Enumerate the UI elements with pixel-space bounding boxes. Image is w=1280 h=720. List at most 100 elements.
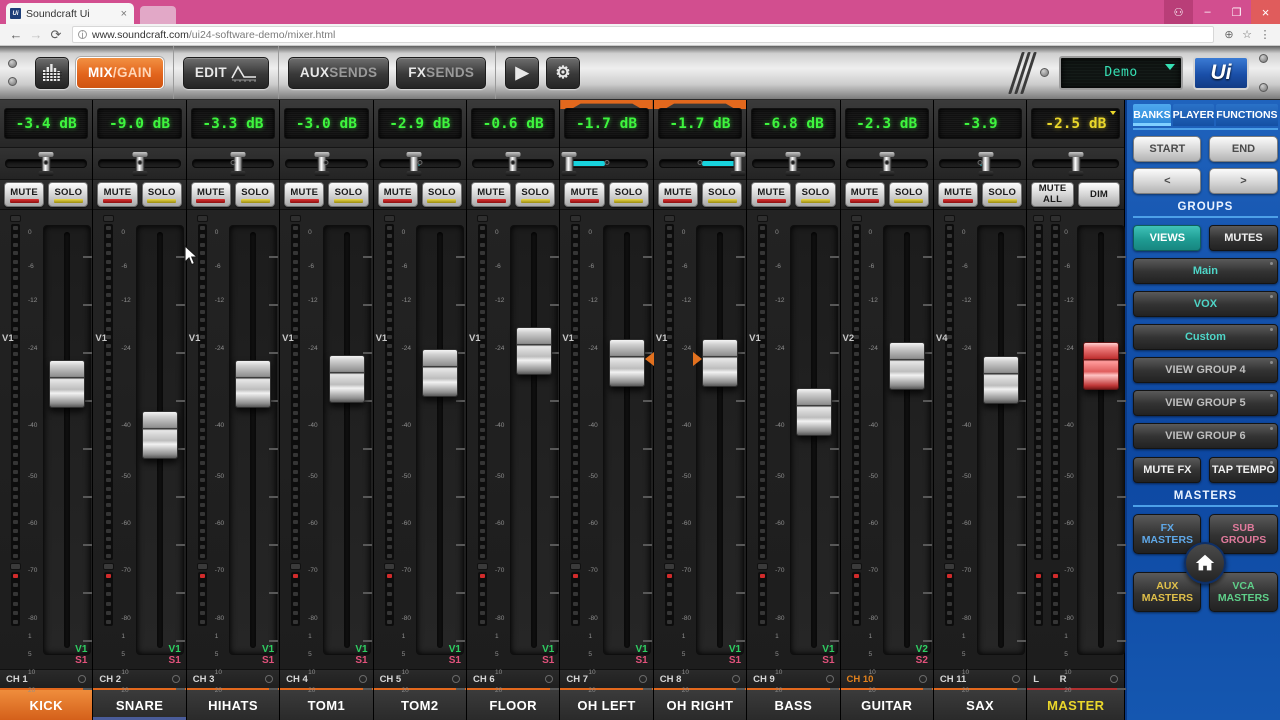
level-readout[interactable]: -0.6 dB [470,108,556,139]
pan-knob[interactable] [978,152,994,176]
view-group-button[interactable]: Main [1133,258,1278,284]
level-readout[interactable]: -6.8 dB [751,108,836,139]
pan-track[interactable] [191,152,275,176]
fader-column[interactable]: V2 S2 [883,215,933,690]
new-tab-button[interactable] [140,6,176,24]
play-button[interactable]: ▶ [505,56,540,89]
phase-icon[interactable] [545,675,554,683]
settings-button[interactable]: ⚙ [546,56,581,89]
fader-handle[interactable] [142,411,179,459]
mute-button[interactable]: MUTE [190,182,231,207]
mute-button[interactable]: MUTE [751,182,792,207]
level-readout[interactable]: -3.0 dB [284,108,369,139]
pan-knob[interactable] [561,152,577,176]
chrome-menu-icon[interactable]: ⋮ [1256,28,1274,41]
phase-icon[interactable] [171,675,180,683]
solo-button[interactable]: SOLO [982,182,1023,207]
fader-column[interactable]: V1 S1 [229,215,279,690]
channel-name-button[interactable]: GUITAR [840,688,933,720]
meters-button[interactable] [35,56,69,89]
phase-icon[interactable] [918,675,927,683]
pan-control[interactable] [933,148,1027,180]
channel-name-button[interactable]: FLOOR [466,688,560,720]
fader-column[interactable]: V1 S1 [322,215,372,690]
fader-handle[interactable] [235,360,272,408]
fader-track[interactable] [883,225,933,690]
chevron-down-icon[interactable] [1165,63,1175,70]
master-level-readout[interactable]: -2.5 dB [1031,108,1121,139]
view-group-button[interactable]: VIEW GROUP 6 [1133,423,1278,449]
mix-gain-button[interactable]: MIX/GAIN [76,56,164,89]
fader-handle[interactable] [422,349,459,397]
master-fader-handle[interactable] [1082,342,1119,390]
fader-track[interactable] [136,225,186,690]
pan-control[interactable] [653,148,747,180]
phase-icon[interactable] [638,675,647,683]
mute-button[interactable]: MUTE [844,182,885,207]
fader-track[interactable] [229,225,279,690]
level-readout[interactable]: -9.0 dB [97,108,182,139]
minimize-button[interactable]: – [1193,0,1222,24]
fader-column[interactable]: V1 S1 [603,215,655,690]
mute-button[interactable]: MUTE [470,182,512,207]
master-fader-column[interactable] [1076,215,1126,690]
pan-control[interactable] [280,148,373,180]
channel-name-button[interactable]: BASS [747,688,840,720]
fader-column[interactable] [976,215,1026,690]
master-balance-control[interactable] [1027,148,1125,180]
level-readout[interactable]: -3.9 [937,108,1023,139]
master-name-button[interactable]: MASTER [1027,688,1125,720]
fader-handle[interactable] [693,339,739,387]
pan-control[interactable] [373,148,466,180]
fader-handle[interactable] [609,339,655,387]
bank-next-button[interactable]: > [1209,168,1278,194]
phase-icon[interactable] [825,675,834,683]
pan-track[interactable] [658,152,746,176]
tab-close-icon[interactable]: × [118,8,130,20]
pan-track[interactable] [98,152,181,176]
pan-track[interactable] [938,152,1022,176]
fader-handle[interactable] [982,356,1019,404]
reload-icon[interactable]: ⟳ [46,27,66,43]
solo-button[interactable]: SOLO [234,182,276,207]
fader-handle[interactable] [515,327,552,375]
dim-button[interactable]: DIM [1077,182,1121,207]
master-balance-track[interactable] [1032,152,1120,176]
fader-handle[interactable] [889,342,926,390]
fader-track[interactable] [322,225,372,690]
fader-track[interactable] [42,225,92,690]
bank-start-button[interactable]: START [1133,136,1202,162]
level-readout[interactable]: -2.9 dB [377,108,462,139]
pan-track[interactable] [471,152,555,176]
channel-name-button[interactable]: OH RIGHT [653,688,747,720]
mute-all-button[interactable]: MUTE ALL [1031,182,1074,207]
mute-button[interactable]: MUTE [377,182,418,207]
maximize-button[interactable]: ❐ [1222,0,1251,24]
phase-icon[interactable] [78,675,87,683]
pan-track[interactable] [561,152,648,176]
solo-button[interactable]: SOLO [328,182,369,207]
master-fader-track[interactable] [1076,225,1126,690]
solo-button[interactable]: SOLO [141,182,182,207]
pan-knob[interactable] [730,152,746,176]
phase-icon[interactable] [1012,675,1021,683]
phase-icon[interactable] [265,675,274,683]
level-readout[interactable]: -2.3 dB [844,108,929,139]
zoom-icon[interactable]: ⊕ [1220,28,1238,41]
view-group-button[interactable]: VOX [1133,291,1278,317]
pan-track[interactable] [752,152,835,176]
mute-button[interactable]: MUTE [937,182,979,207]
aux-sends-button[interactable]: AUX SENDS [287,56,390,89]
show-name-display[interactable]: Demo [1059,55,1183,90]
fader-handle[interactable] [48,360,85,408]
level-readout[interactable]: -1.7 dB [564,108,649,139]
edit-button[interactable]: EDIT [182,56,269,89]
mute-button[interactable]: MUTE [97,182,138,207]
solo-button[interactable]: SOLO [421,182,462,207]
fader-track[interactable] [416,225,466,690]
pan-control[interactable] [466,148,560,180]
back-icon[interactable]: ← [6,27,26,42]
fader-track[interactable] [976,225,1026,690]
mute-fx-button[interactable]: MUTE FX [1133,457,1202,483]
solo-button[interactable]: SOLO [515,182,556,207]
